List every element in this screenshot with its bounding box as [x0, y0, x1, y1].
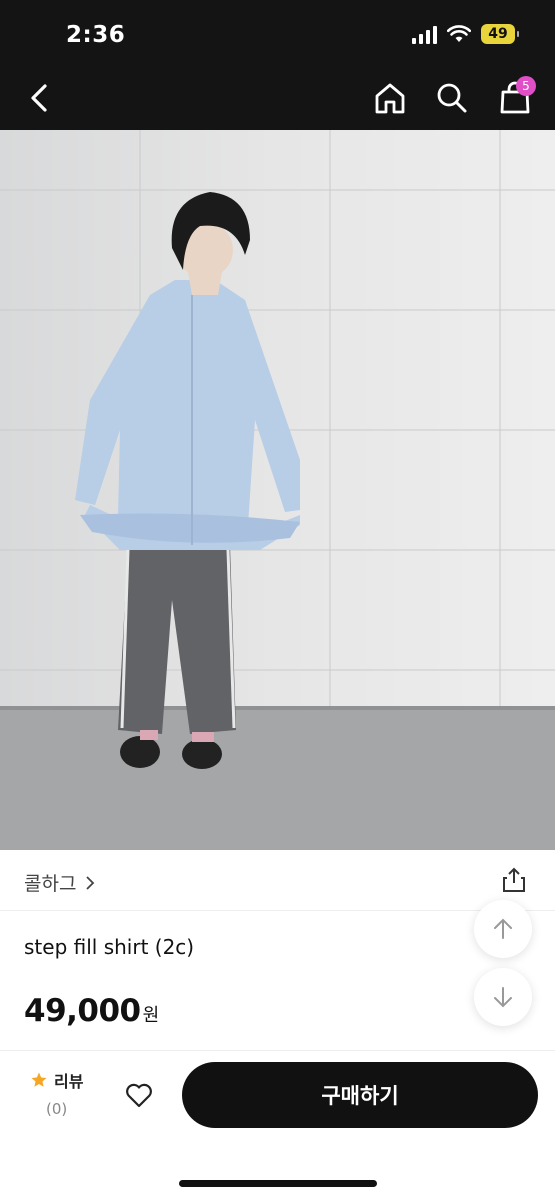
arrow-down-icon	[494, 987, 512, 1008]
review-link[interactable]: 리뷰 (0)	[30, 1068, 90, 1118]
review-count: (0)	[46, 1100, 68, 1118]
product-price: 49,000 원	[24, 993, 159, 1029]
price-unit: 원	[142, 1005, 160, 1026]
search-icon[interactable]	[434, 80, 470, 116]
product-image[interactable]	[0, 130, 555, 850]
cellular-signal-icon	[412, 24, 437, 44]
home-indicator	[179, 1180, 377, 1187]
home-icon[interactable]	[372, 80, 408, 116]
brand-name: 콜하그	[24, 873, 77, 895]
battery-level: 49	[488, 26, 508, 42]
heart-icon[interactable]	[124, 1080, 154, 1110]
scroll-bottom-button[interactable]	[474, 968, 532, 1026]
battery-icon: 49	[481, 24, 519, 44]
review-label: 리뷰	[54, 1072, 84, 1091]
buy-button[interactable]: 구매하기	[182, 1062, 538, 1128]
product-photo-illustration	[0, 130, 555, 850]
brand-link[interactable]: 콜하그	[24, 869, 96, 896]
status-time: 2:36	[66, 22, 126, 48]
top-bar: 2:36 49 5	[0, 0, 555, 130]
product-title: step fill shirt (2c)	[24, 935, 195, 959]
brand-row: 콜하그	[0, 850, 555, 911]
arrow-up-icon	[494, 918, 512, 939]
price-amount: 49,000	[24, 993, 141, 1029]
cart-count-badge: 5	[516, 76, 536, 96]
share-icon[interactable]	[500, 866, 528, 894]
back-button[interactable]	[24, 80, 54, 116]
scroll-top-button[interactable]	[474, 900, 532, 958]
star-icon	[31, 1072, 47, 1087]
status-icons: 49	[412, 24, 519, 44]
chevron-right-icon	[86, 875, 95, 890]
wifi-icon	[447, 25, 471, 42]
